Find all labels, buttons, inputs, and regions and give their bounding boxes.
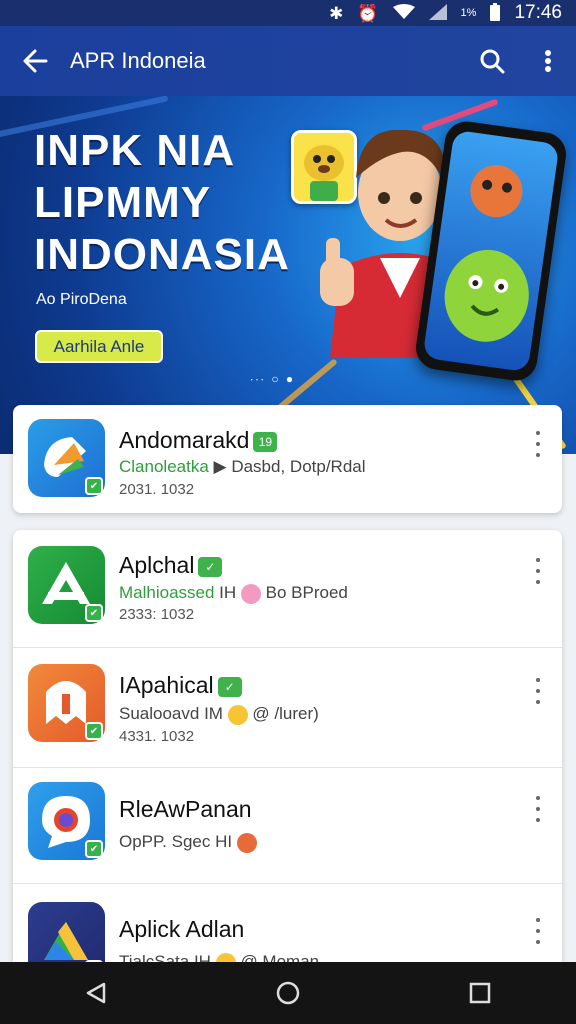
more-options-icon[interactable]: [532, 918, 544, 944]
more-options-icon[interactable]: [532, 678, 544, 704]
verified-badge-icon: ✔: [85, 604, 103, 622]
promo-banner[interactable]: INPK NIA LIPMMY INDONASIA Ao PiroDena Aa…: [0, 96, 576, 454]
app-name: IApahical ✓: [119, 672, 242, 699]
nav-back-icon: [86, 982, 106, 1004]
list-item[interactable]: ✔ Aplchal ✓ Malhioassed IH Bo BProed 2333…: [13, 530, 562, 648]
more-options-icon[interactable]: [532, 558, 544, 584]
list-item[interactable]: ✔ Aplick Adlan TialcSata IH @ Moman: [13, 884, 562, 962]
rating-badge: 19: [253, 431, 278, 452]
back-arrow-icon: [23, 49, 48, 73]
app-meta: 2333: 1032: [119, 606, 195, 623]
app-icon: ✔: [28, 782, 105, 860]
emoji-icon: [240, 583, 261, 604]
app-name: Andomarakd 19: [119, 427, 278, 454]
verified-badge-icon: ✔: [85, 477, 103, 495]
nav-recents-button[interactable]: [440, 962, 520, 1024]
app-description: OpPP. Sgec HI: [119, 832, 257, 853]
clock: 17:46: [514, 2, 562, 23]
list-item[interactable]: ✔ Andomarakd 19 Clanoleatka ▶ Dasbd, Dotp…: [13, 405, 562, 513]
emoji-icon: [236, 832, 257, 853]
app-name: Aplchal ✓: [119, 552, 223, 579]
app-icon: ✔: [28, 419, 105, 497]
alarm-icon: ⏰: [357, 3, 379, 23]
bluetooth-icon: ✱: [329, 3, 344, 23]
app-description: Sualooavd IM @ /lurer): [119, 704, 319, 725]
nav-home-button[interactable]: [248, 962, 328, 1024]
banner-headline-1: INPK NIA: [34, 126, 236, 175]
app-description: Malhioassed IH Bo BProed: [119, 583, 348, 604]
app-description: Clanoleatka ▶ Dasbd, Dotp/Rdal: [119, 457, 366, 476]
app-list: ✔ Aplchal ✓ Malhioassed IH Bo BProed 2333…: [13, 530, 562, 962]
verified-badge-icon: ✔: [85, 722, 103, 740]
more-options-button[interactable]: [520, 26, 576, 96]
emoji-icon: [227, 704, 248, 725]
banner-cta-button[interactable]: Aarhila Anle: [35, 330, 163, 363]
app-meta: 2031. 1032: [119, 481, 195, 498]
verified-tag: ✓: [217, 676, 242, 697]
nav-home-icon: [276, 981, 300, 1005]
battery-label: 1%: [460, 7, 477, 19]
list-item[interactable]: ✔ IApahical ✓ Sualooavd IM @ /lurer) 4331…: [13, 648, 562, 768]
back-button[interactable]: [0, 26, 70, 96]
more-vert-icon: [545, 50, 551, 72]
emoji-icon: [215, 952, 236, 962]
wifi-icon: [392, 3, 415, 23]
nav-recents-icon: [469, 982, 491, 1004]
banner-pager: ∙∙∙ ○ ●: [250, 372, 296, 386]
app-name: Aplick Adlan: [119, 916, 245, 942]
list-item[interactable]: ✔ RleAwPanan OpPP. Sgec HI: [13, 768, 562, 884]
search-button[interactable]: [464, 26, 520, 96]
page-title: APR Indoneia: [70, 48, 206, 73]
banner-subtitle: Ao PiroDena: [36, 291, 127, 308]
signal-icon: [428, 3, 447, 23]
more-options-icon[interactable]: [532, 796, 544, 822]
app-name: RleAwPanan: [119, 796, 252, 822]
app-icon: ✔: [28, 546, 105, 624]
app-icon: ✔: [28, 902, 105, 962]
more-options-icon[interactable]: [532, 431, 544, 457]
verified-badge-icon: ✔: [85, 840, 103, 858]
app-description: TialcSata IH @ Moman: [119, 952, 319, 962]
banner-headline-3: INDONASIA: [34, 230, 290, 279]
search-icon: [480, 49, 505, 74]
app-icon: ✔: [28, 664, 105, 742]
battery-icon: [490, 2, 501, 24]
app-meta: 4331. 1032: [119, 728, 195, 745]
verified-tag: ✓: [198, 556, 223, 577]
banner-headline-2: LIPMMY: [34, 178, 212, 227]
featured-app-card[interactable]: ✔ Andomarakd 19 Clanoleatka ▶ Dasbd, Dotp…: [13, 405, 562, 513]
nav-back-button[interactable]: [56, 962, 136, 1024]
app-bar: APR Indoneia: [0, 26, 576, 96]
status-bar: ✱ ⏰ 1% 17:46: [0, 0, 576, 26]
system-nav-bar: [0, 962, 576, 1024]
